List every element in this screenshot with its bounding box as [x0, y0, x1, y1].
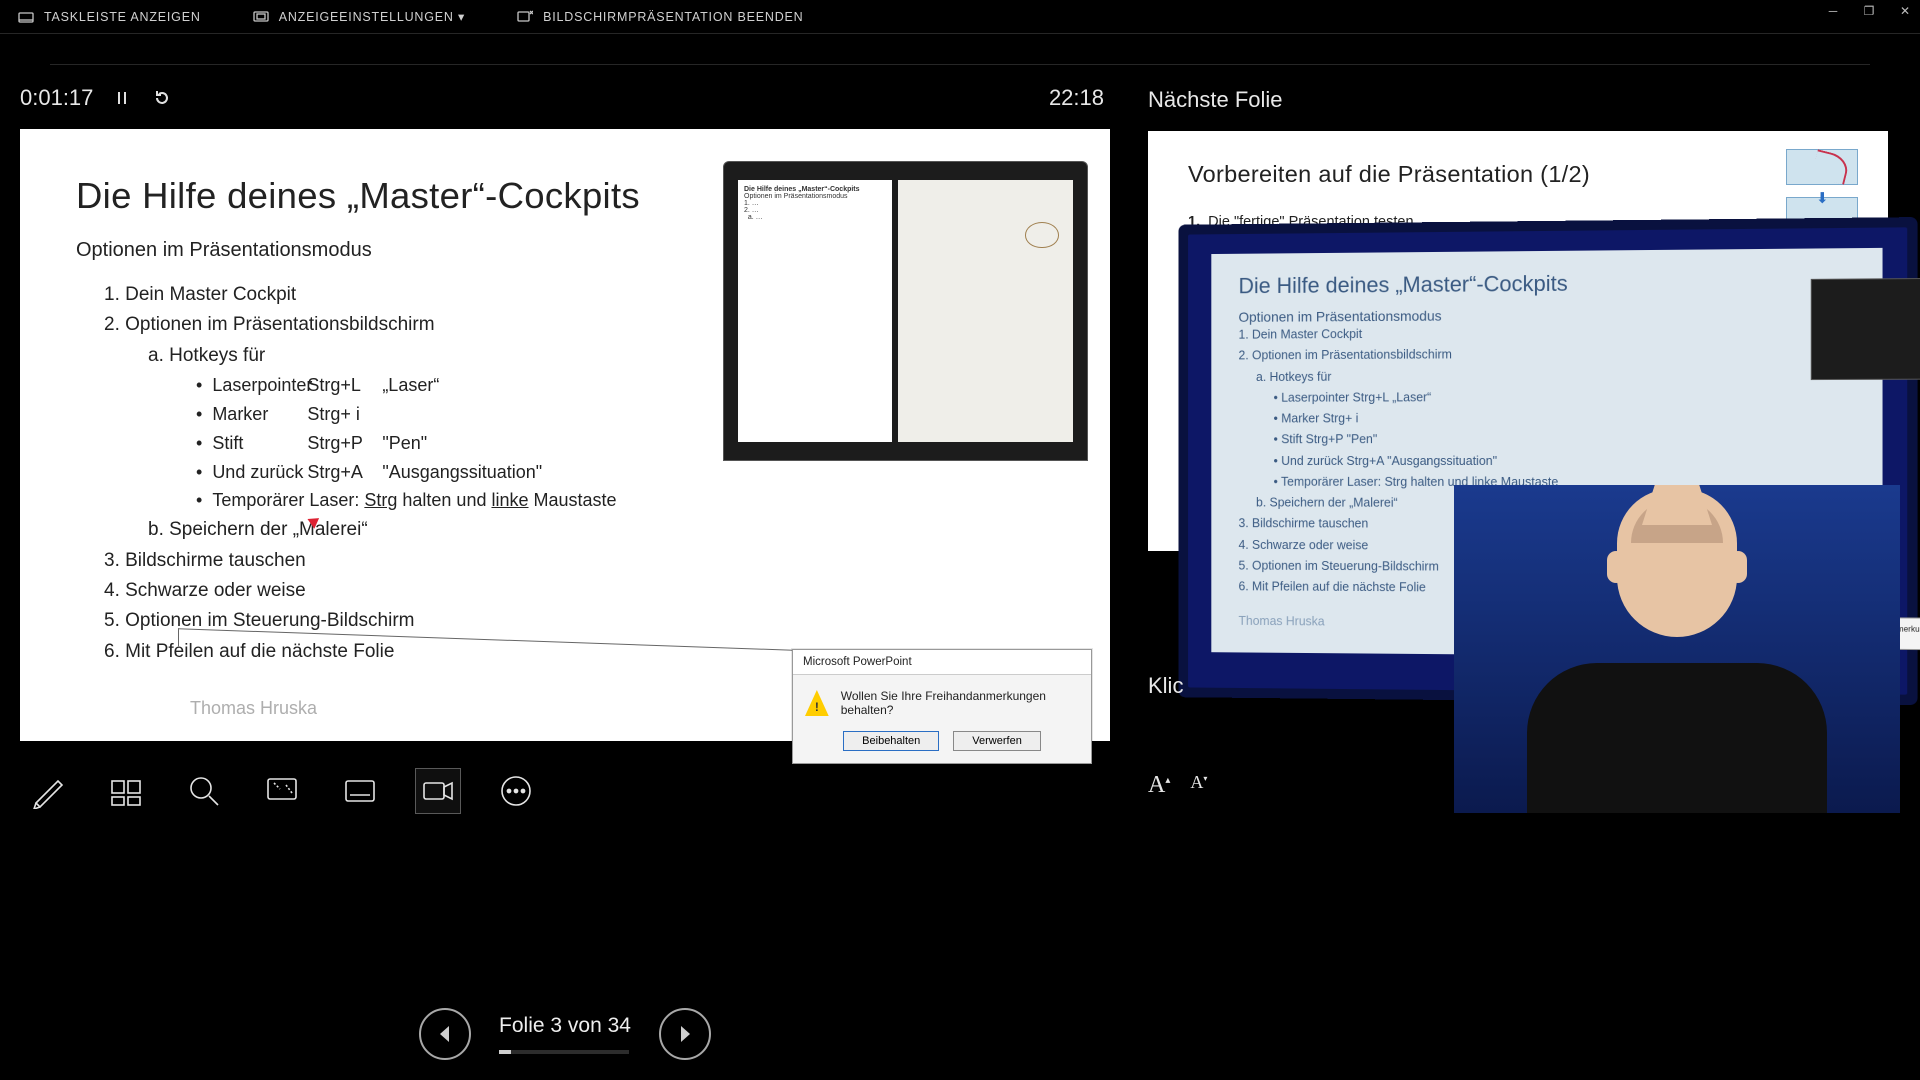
- warning-icon: !: [805, 690, 829, 716]
- minimize-button[interactable]: ─: [1826, 4, 1840, 18]
- pause-timer-button[interactable]: [111, 87, 133, 109]
- camera-tool[interactable]: [416, 769, 460, 813]
- elapsed-timer: 0:01:17: [20, 85, 93, 111]
- brain-icon: [1025, 222, 1059, 248]
- outline-item: 4. Schwarze oder weise: [104, 576, 1054, 606]
- slide-counter-label: Folie 3 von 34: [499, 1014, 631, 1037]
- dialog-keep-button[interactable]: Beibehalten: [843, 731, 939, 751]
- pen-tool[interactable]: [26, 769, 70, 813]
- outline-item: 5. Optionen im Steuerung-Bildschirm: [104, 606, 1054, 636]
- notes-font-controls: A▴ A▾: [1148, 772, 1207, 799]
- presenter-topbar: TASKLEISTE ANZEIGEN ANZEIGEEINSTELLUNGEN…: [0, 0, 1920, 34]
- black-screen-tool[interactable]: [260, 769, 304, 813]
- next-slide-line: Die "fertige" Präsentation testen: [1208, 214, 1413, 230]
- restore-button[interactable]: ❐: [1862, 4, 1876, 18]
- display-settings-label: ANZEIGEEINSTELLUNGEN ▾: [279, 9, 465, 24]
- photo-line: • Und zurück Strg+A "Ausgangssituation": [1274, 450, 1854, 472]
- photo-line: a. Hotkeys für: [1256, 364, 1854, 387]
- slide-nav: Folie 3 von 34: [0, 1008, 1130, 1060]
- ink-save-dialog: Microsoft PowerPoint ! Wollen Sie Ihre F…: [792, 649, 1092, 764]
- notes-prompt[interactable]: Klic: [1148, 673, 1183, 699]
- end-show-icon: [517, 9, 533, 25]
- mini-sub: Optionen im Präsentationsmodus: [744, 193, 848, 200]
- outline-item: 3. Bildschirme tauschen: [104, 546, 1054, 576]
- photo-line: • Laserpointer Strg+L „Laser“: [1274, 386, 1854, 409]
- increase-font-button[interactable]: A▴: [1148, 772, 1170, 799]
- hotkey-row: • Temporärer Laser: Strg halten und link…: [196, 486, 1054, 515]
- reset-timer-button[interactable]: [151, 87, 173, 109]
- window-controls: ─ ❐ ✕: [1826, 4, 1912, 18]
- close-button[interactable]: ✕: [1898, 4, 1912, 18]
- subtitles-tool[interactable]: [338, 769, 382, 813]
- end-slideshow-button[interactable]: BILDSCHIRMPRÄSENTATION BEENDEN: [517, 9, 803, 25]
- webcam-feed[interactable]: [1454, 485, 1900, 813]
- dialog-discard-button[interactable]: Verwerfen: [953, 731, 1041, 751]
- slide-progress[interactable]: [499, 1050, 629, 1054]
- timer-row: 0:01:17 22:18: [20, 85, 1110, 111]
- dialog-text: Wollen Sie Ihre Freihandanmerkungen beha…: [841, 689, 1079, 717]
- end-slideshow-label: BILDSCHIRMPRÄSENTATION BEENDEN: [543, 10, 803, 24]
- down-arrow-icon: ⬇: [1816, 189, 1829, 207]
- see-all-slides-tool[interactable]: [104, 769, 148, 813]
- next-slide-line-num: 1.: [1188, 214, 1200, 230]
- taskbar-icon: [18, 9, 34, 25]
- zoom-tool[interactable]: [182, 769, 226, 813]
- presenter-figure: [1527, 485, 1827, 813]
- slide-inset-screenshot: Die Hilfe deines „Master“-Cockpits Optio…: [723, 161, 1088, 461]
- wall-clock: 22:18: [1049, 85, 1104, 111]
- next-slide-button[interactable]: [659, 1008, 711, 1060]
- display-settings-icon: [253, 9, 269, 25]
- photo-mini-inset: [1811, 278, 1920, 380]
- photo-title: Die Hilfe deines „Master“-Cockpits: [1238, 268, 1853, 299]
- prev-slide-button[interactable]: [419, 1008, 471, 1060]
- current-slide[interactable]: Die Hilfe deines „Master“-Cockpits Optio…: [20, 129, 1110, 741]
- photo-line: 2. Optionen im Präsentationsbildschirm: [1238, 343, 1853, 367]
- dialog-title: Microsoft PowerPoint: [793, 650, 1091, 675]
- photo-line: • Stift Strg+P "Pen": [1274, 429, 1854, 451]
- slide-counter: Folie 3 von 34: [499, 1014, 631, 1054]
- outline-item: b. Speichern der „Malerei“: [148, 515, 1054, 545]
- slide-author: Thomas Hruska: [190, 698, 317, 719]
- show-taskbar-button[interactable]: TASKLEISTE ANZEIGEN: [18, 9, 201, 25]
- next-slide-heading: Nächste Folie: [1148, 87, 1900, 113]
- more-tools[interactable]: [494, 769, 538, 813]
- next-slide-title: Vorbereiten auf die Präsentation (1/2): [1188, 161, 1848, 188]
- display-settings-button[interactable]: ANZEIGEEINSTELLUNGEN ▾: [253, 9, 465, 25]
- next-slide-graphic: ⬇: [1786, 149, 1858, 231]
- presenter-tools: [20, 769, 1110, 813]
- photo-line: 1. Dein Master Cockpit: [1238, 321, 1853, 346]
- mini-title: Die Hilfe deines „Master“-Cockpits: [744, 186, 860, 193]
- photo-line: • Marker Strg+ i: [1274, 407, 1854, 429]
- hotkey-row: • Und zurückStrg+A"Ausgangssituation": [196, 458, 1054, 487]
- decrease-font-button[interactable]: A▾: [1190, 772, 1207, 799]
- show-taskbar-label: TASKLEISTE ANZEIGEN: [44, 10, 201, 24]
